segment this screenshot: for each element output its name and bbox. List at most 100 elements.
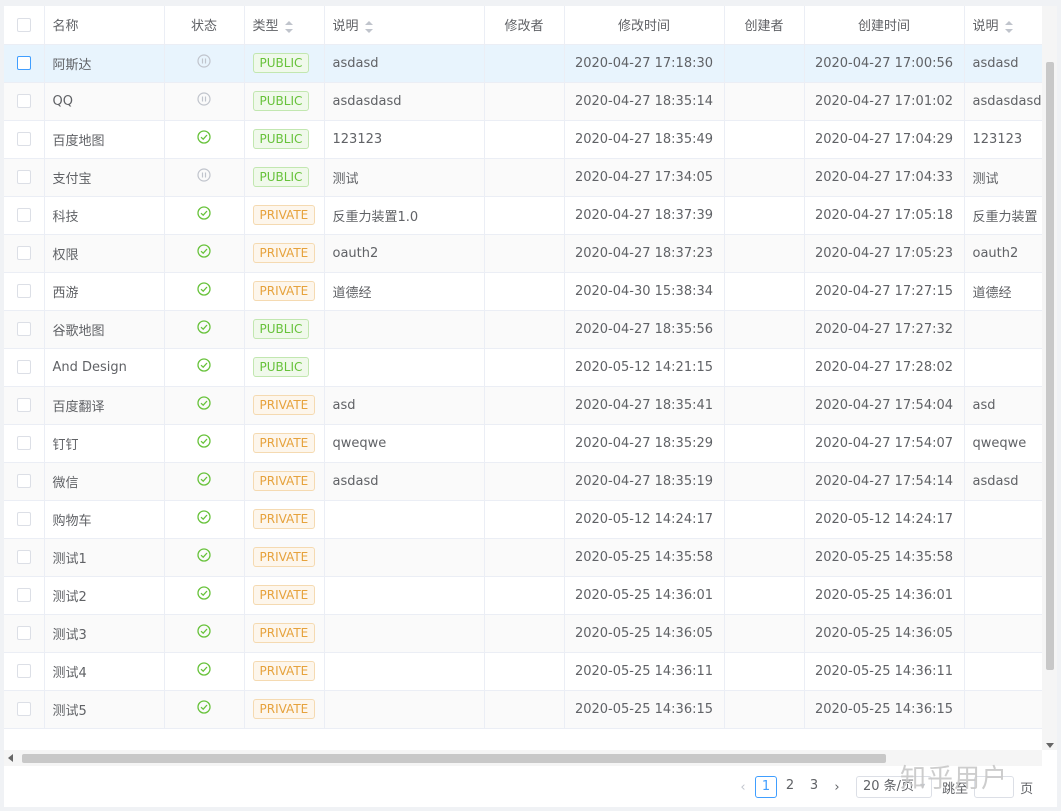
row-checkbox[interactable] <box>16 474 31 488</box>
type-tag: PRIVATE <box>252 623 316 643</box>
table-row[interactable]: 谷歌地图 PUBLIC 2020-04-27 18:35:56 2020-04-27 … <box>4 310 1042 349</box>
table-row[interactable]: QQ PUBLIC asdasdasd 2020-04-27 18:35:14 2020… <box>4 82 1042 121</box>
scroll-down-icon[interactable] <box>1046 743 1054 748</box>
row-select-cell <box>4 386 45 425</box>
cell-modifier <box>484 158 565 197</box>
row-checkbox[interactable] <box>16 550 31 564</box>
table-row[interactable]: 测试5 PRIVATE 2020-05-25 14:36:15 2020-05-25 … <box>4 690 1042 729</box>
cell-modifier <box>484 196 565 235</box>
column-header-status[interactable]: 状态 <box>164 6 245 45</box>
cell-name: 西游 <box>44 272 165 311</box>
check-circle-icon <box>197 700 211 718</box>
row-checkbox[interactable] <box>16 246 31 260</box>
table-row[interactable]: 科技 PRIVATE 反重力装置1.0 2020-04-27 18:37:39 2020… <box>4 196 1042 235</box>
table-panel: 名称 状态 类型 说明 修改者 修改时间 创建者 创建时间 说明 阿斯达 PUBL… <box>4 6 1057 807</box>
row-select-cell <box>4 310 45 349</box>
sort-icon[interactable] <box>364 20 373 33</box>
table-row[interactable]: And Design PUBLIC 2020-05-12 14:21:15 2020-… <box>4 348 1042 387</box>
cell-creator <box>724 576 805 615</box>
cell-created-time: 2020-04-27 17:00:56 <box>804 44 965 83</box>
type-tag: PUBLIC <box>252 91 310 111</box>
type-tag: PUBLIC <box>252 319 310 339</box>
check-circle-icon <box>197 130 211 148</box>
cell-creator <box>724 500 805 539</box>
cell-modifier <box>484 120 565 159</box>
cell-desc: asdasd <box>324 462 485 501</box>
page-item[interactable]: 1 <box>755 776 777 798</box>
cell-status <box>164 310 245 349</box>
cell-created-time: 2020-05-25 14:36:11 <box>804 652 965 691</box>
page-item[interactable]: 3 <box>803 776 825 798</box>
table-row[interactable]: 微信 PRIVATE asdasd 2020-04-27 18:35:19 2020-0… <box>4 462 1042 501</box>
row-select-cell <box>4 82 45 121</box>
table-row[interactable]: 百度地图 PUBLIC 123123 2020-04-27 18:35:49 2020-… <box>4 120 1042 159</box>
row-select-cell <box>4 348 45 387</box>
cell-modified-time: 2020-04-27 17:18:30 <box>564 44 725 83</box>
column-header-modified-time[interactable]: 修改时间 <box>564 6 725 45</box>
row-checkbox[interactable] <box>16 94 31 108</box>
row-checkbox[interactable] <box>16 512 31 526</box>
table-row[interactable]: 测试3 PRIVATE 2020-05-25 14:36:05 2020-05-25 … <box>4 614 1042 653</box>
data-table: 名称 状态 类型 说明 修改者 修改时间 创建者 创建时间 说明 阿斯达 PUBL… <box>4 6 1042 729</box>
type-tag: PRIVATE <box>252 395 316 415</box>
cell-modifier <box>484 538 565 577</box>
table-row[interactable]: 测试1 PRIVATE 2020-05-25 14:35:58 2020-05-25 … <box>4 538 1042 577</box>
cell-desc2 <box>964 500 1042 539</box>
column-header-type[interactable]: 类型 <box>244 6 325 45</box>
cell-desc2: asdasdasd <box>964 82 1042 121</box>
row-checkbox[interactable] <box>16 626 31 640</box>
cell-created-time: 2020-05-25 14:35:58 <box>804 538 965 577</box>
row-checkbox[interactable] <box>16 132 31 146</box>
cell-name: 测试3 <box>44 614 165 653</box>
row-checkbox[interactable] <box>16 56 31 70</box>
table-row[interactable]: 支付宝 PUBLIC 测试 2020-04-27 17:34:05 2020-04-27… <box>4 158 1042 197</box>
table-row[interactable]: 购物车 PRIVATE 2020-05-12 14:24:17 2020-05-12 … <box>4 500 1042 539</box>
page-item[interactable]: 2 <box>779 776 801 798</box>
cell-modifier <box>484 500 565 539</box>
vertical-scrollbar[interactable] <box>1042 6 1057 750</box>
cell-type: PUBLIC <box>244 158 325 197</box>
table-row[interactable]: 西游 PRIVATE 道德经 2020-04-30 15:38:34 2020-04-2… <box>4 272 1042 311</box>
column-header-desc[interactable]: 说明 <box>324 6 485 45</box>
select-all-cell <box>4 6 45 45</box>
scroll-left-icon[interactable] <box>8 754 13 762</box>
cell-name: 百度地图 <box>44 120 165 159</box>
column-header-creator[interactable]: 创建者 <box>724 6 805 45</box>
row-checkbox[interactable] <box>16 360 31 374</box>
cell-creator <box>724 272 805 311</box>
next-page-icon[interactable]: › <box>826 780 848 795</box>
row-checkbox[interactable] <box>16 284 31 298</box>
table-row[interactable]: 百度翻译 PRIVATE asd 2020-04-27 18:35:41 2020-04… <box>4 386 1042 425</box>
table-row[interactable]: 阿斯达 PUBLIC asdasd 2020-04-27 17:18:30 2020-0… <box>4 44 1042 83</box>
column-header-modifier[interactable]: 修改者 <box>484 6 565 45</box>
horizontal-scrollbar[interactable] <box>4 750 1042 766</box>
row-checkbox[interactable] <box>16 588 31 602</box>
row-checkbox[interactable] <box>16 208 31 222</box>
row-checkbox[interactable] <box>16 170 31 184</box>
table-row[interactable]: 测试4 PRIVATE 2020-05-25 14:36:11 2020-05-25 … <box>4 652 1042 691</box>
row-checkbox[interactable] <box>16 664 31 678</box>
cell-desc2: asd <box>964 386 1042 425</box>
cell-type: PRIVATE <box>244 500 325 539</box>
row-checkbox[interactable] <box>16 436 31 450</box>
sort-icon[interactable] <box>1004 20 1013 33</box>
table-row[interactable]: 权限 PRIVATE oauth2 2020-04-27 18:37:23 2020-0… <box>4 234 1042 273</box>
select-all-checkbox[interactable] <box>16 17 31 32</box>
row-checkbox[interactable] <box>16 398 31 412</box>
cell-status <box>164 234 245 273</box>
cell-name: 测试5 <box>44 690 165 729</box>
vertical-scroll-thumb[interactable] <box>1046 62 1054 670</box>
column-header-desc2[interactable]: 说明 <box>964 6 1042 45</box>
prev-page-icon[interactable]: ‹ <box>732 780 754 795</box>
column-header-name[interactable]: 名称 <box>44 6 165 45</box>
column-header-created-time[interactable]: 创建时间 <box>804 6 965 45</box>
table-row[interactable]: 测试2 PRIVATE 2020-05-25 14:36:01 2020-05-25 … <box>4 576 1042 615</box>
sort-icon[interactable] <box>284 20 293 33</box>
row-select-cell <box>4 196 45 235</box>
row-checkbox[interactable] <box>16 702 31 716</box>
horizontal-scroll-thumb[interactable] <box>22 754 886 763</box>
cell-desc: asdasd <box>324 44 485 83</box>
cell-created-time: 2020-04-27 17:04:33 <box>804 158 965 197</box>
row-checkbox[interactable] <box>16 322 31 336</box>
table-row[interactable]: 钉钉 PRIVATE qweqwe 2020-04-27 18:35:29 2020-0… <box>4 424 1042 463</box>
